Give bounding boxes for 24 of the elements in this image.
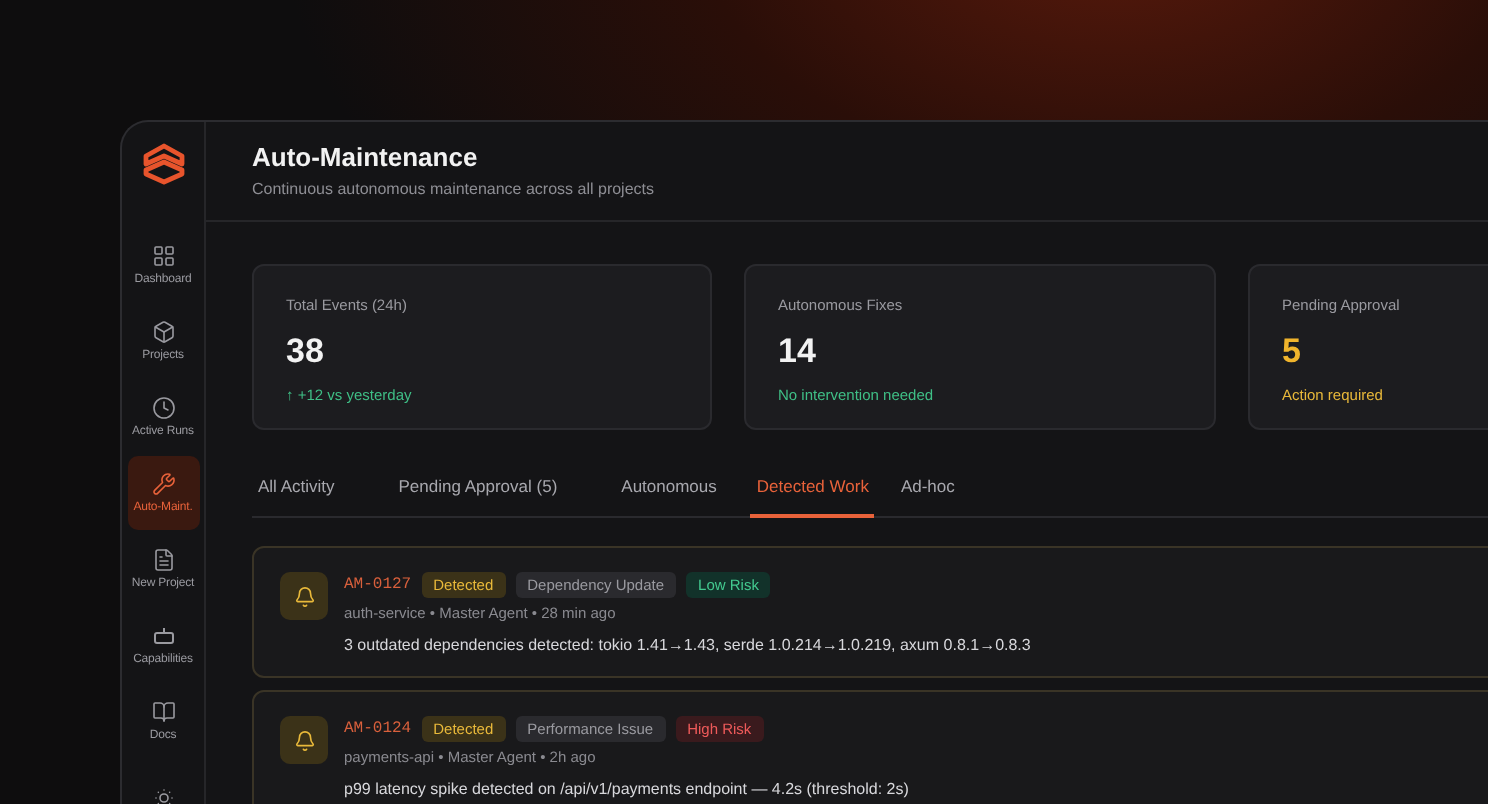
page-title: Auto-Maintenance xyxy=(252,142,480,172)
tab[interactable]: Autonomous xyxy=(615,476,723,518)
book-icon xyxy=(151,700,175,724)
stat-value: 14 xyxy=(778,332,818,372)
bell-icon xyxy=(280,572,328,620)
logo-icon xyxy=(139,140,187,188)
page-subtitle: Continuous autonomous maintenance across all projects xyxy=(252,180,657,198)
tab[interactable]: Ad-hoc xyxy=(894,476,961,518)
event-id: AM-0127 xyxy=(344,576,412,594)
plug-icon xyxy=(151,624,175,648)
clock-icon xyxy=(151,396,175,420)
bell-icon xyxy=(280,716,328,764)
tab[interactable]: Pending Approval (5) xyxy=(392,476,564,518)
document-icon xyxy=(151,548,175,572)
tab[interactable]: Detected Work xyxy=(750,476,875,518)
grid-icon xyxy=(151,244,175,268)
stat-value: 38 xyxy=(286,332,326,372)
cube-icon xyxy=(151,320,175,344)
event-id: AM-0124 xyxy=(344,720,412,738)
wrench-icon xyxy=(151,472,175,496)
event-description: 3 outdated dependencies detected: tokio 1.41→1.43, serde 1.0.214→1.0.219, axum 0.8.1→0.8.3 xyxy=(344,636,1031,656)
tab[interactable]: All Activity xyxy=(252,476,341,518)
event-description: p99 latency spike detected on /api/v1/payments endpoint — 4.2s (threshold: 2s) xyxy=(344,780,909,800)
stat-value: 5 xyxy=(1282,332,1303,372)
